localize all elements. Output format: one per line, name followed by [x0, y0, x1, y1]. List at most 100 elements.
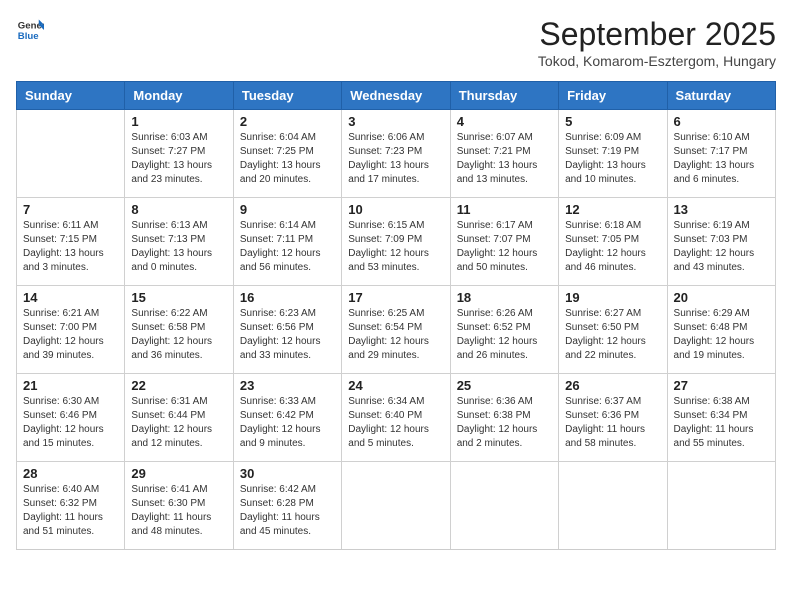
- day-info: Sunrise: 6:34 AM Sunset: 6:40 PM Dayligh…: [348, 395, 443, 451]
- day-info: Sunrise: 6:18 AM Sunset: 7:05 PM Dayligh…: [565, 219, 660, 275]
- day-number: 22: [131, 378, 226, 393]
- day-number: 18: [457, 290, 552, 305]
- day-number: 10: [348, 202, 443, 217]
- calendar-cell: 24Sunrise: 6:34 AM Sunset: 6:40 PM Dayli…: [342, 374, 450, 462]
- calendar-cell: 17 Sunrise: 6:25 AM Sunset: 6:54 PM Dayli…: [342, 286, 450, 374]
- weekday-header-saturday: Saturday: [667, 82, 775, 110]
- week-row-4: 21 Sunrise: 6:30 AM Sunset: 6:46 PM Dayli…: [17, 374, 776, 462]
- calendar-cell: 21 Sunrise: 6:30 AM Sunset: 6:46 PM Dayli…: [17, 374, 125, 462]
- calendar-cell: 8Sunrise: 6:13 AM Sunset: 7:13 PM Daylig…: [125, 198, 233, 286]
- day-info: Sunrise: 6:23 AM Sunset: 6:56 PM Dayligh…: [240, 307, 335, 363]
- calendar-cell: [17, 110, 125, 198]
- day-info: Sunrise: 6:06 AM Sunset: 7:23 PM Dayligh…: [348, 131, 443, 187]
- day-number: 13: [674, 202, 769, 217]
- day-info: Sunrise: 6:30 AM Sunset: 6:46 PM Dayligh…: [23, 395, 118, 451]
- month-title: September 2025: [538, 16, 776, 53]
- day-number: 19: [565, 290, 660, 305]
- day-info: Sunrise: 6:10 AM Sunset: 7:17 PM Dayligh…: [674, 131, 769, 187]
- calendar-cell: 5 Sunrise: 6:09 AM Sunset: 7:19 PM Daylig…: [559, 110, 667, 198]
- calendar-cell: 3 Sunrise: 6:06 AM Sunset: 7:23 PM Daylig…: [342, 110, 450, 198]
- logo-icon: General Blue: [16, 16, 44, 44]
- day-info: Sunrise: 6:36 AM Sunset: 6:38 PM Dayligh…: [457, 395, 552, 451]
- day-number: 2: [240, 114, 335, 129]
- calendar-cell: 7 Sunrise: 6:11 AM Sunset: 7:15 PM Daylig…: [17, 198, 125, 286]
- day-info: Sunrise: 6:42 AM Sunset: 6:28 PM Dayligh…: [240, 483, 335, 539]
- calendar-cell: 29 Sunrise: 6:41 AM Sunset: 6:30 PM Dayli…: [125, 462, 233, 550]
- day-number: 25: [457, 378, 552, 393]
- day-info: Sunrise: 6:22 AM Sunset: 6:58 PM Dayligh…: [131, 307, 226, 363]
- week-row-5: 28 Sunrise: 6:40 AM Sunset: 6:32 PM Dayli…: [17, 462, 776, 550]
- day-info: Sunrise: 6:13 AM Sunset: 7:13 PM Dayligh…: [131, 219, 226, 275]
- calendar-cell: 16 Sunrise: 6:23 AM Sunset: 6:56 PM Dayli…: [233, 286, 341, 374]
- day-number: 27: [674, 378, 769, 393]
- day-number: 4: [457, 114, 552, 129]
- calendar-cell: 28 Sunrise: 6:40 AM Sunset: 6:32 PM Dayli…: [17, 462, 125, 550]
- day-number: 29: [131, 466, 226, 481]
- day-number: 17: [348, 290, 443, 305]
- weekday-header-row: SundayMondayTuesdayWednesdayThursdayFrid…: [17, 82, 776, 110]
- day-info: Sunrise: 6:31 AM Sunset: 6:44 PM Dayligh…: [131, 395, 226, 451]
- weekday-header-friday: Friday: [559, 82, 667, 110]
- day-info: Sunrise: 6:03 AM Sunset: 7:27 PM Dayligh…: [131, 131, 226, 187]
- day-number: 3: [348, 114, 443, 129]
- day-info: Sunrise: 6:38 AM Sunset: 6:34 PM Dayligh…: [674, 395, 769, 451]
- day-info: Sunrise: 6:40 AM Sunset: 6:32 PM Dayligh…: [23, 483, 118, 539]
- calendar-cell: 15 Sunrise: 6:22 AM Sunset: 6:58 PM Dayli…: [125, 286, 233, 374]
- day-number: 21: [23, 378, 118, 393]
- day-number: 30: [240, 466, 335, 481]
- day-number: 11: [457, 202, 552, 217]
- day-number: 7: [23, 202, 118, 217]
- calendar-cell: 13Sunrise: 6:19 AM Sunset: 7:03 PM Dayli…: [667, 198, 775, 286]
- week-row-3: 14Sunrise: 6:21 AM Sunset: 7:00 PM Dayli…: [17, 286, 776, 374]
- day-info: Sunrise: 6:11 AM Sunset: 7:15 PM Dayligh…: [23, 219, 118, 275]
- day-number: 15: [131, 290, 226, 305]
- svg-text:Blue: Blue: [18, 31, 39, 42]
- day-info: Sunrise: 6:14 AM Sunset: 7:11 PM Dayligh…: [240, 219, 335, 275]
- calendar-cell: [559, 462, 667, 550]
- calendar-cell: 20Sunrise: 6:29 AM Sunset: 6:48 PM Dayli…: [667, 286, 775, 374]
- calendar-cell: 27 Sunrise: 6:38 AM Sunset: 6:34 PM Dayli…: [667, 374, 775, 462]
- weekday-header-monday: Monday: [125, 82, 233, 110]
- week-row-2: 7 Sunrise: 6:11 AM Sunset: 7:15 PM Daylig…: [17, 198, 776, 286]
- calendar-cell: 22 Sunrise: 6:31 AM Sunset: 6:44 PM Dayli…: [125, 374, 233, 462]
- day-info: Sunrise: 6:09 AM Sunset: 7:19 PM Dayligh…: [565, 131, 660, 187]
- calendar-cell: 14Sunrise: 6:21 AM Sunset: 7:00 PM Dayli…: [17, 286, 125, 374]
- day-info: Sunrise: 6:27 AM Sunset: 6:50 PM Dayligh…: [565, 307, 660, 363]
- day-number: 12: [565, 202, 660, 217]
- day-info: Sunrise: 6:25 AM Sunset: 6:54 PM Dayligh…: [348, 307, 443, 363]
- day-number: 28: [23, 466, 118, 481]
- day-info: Sunrise: 6:41 AM Sunset: 6:30 PM Dayligh…: [131, 483, 226, 539]
- page-header: General Blue September 2025 Tokod, Komar…: [16, 16, 776, 69]
- day-number: 1: [131, 114, 226, 129]
- calendar-cell: 26Sunrise: 6:37 AM Sunset: 6:36 PM Dayli…: [559, 374, 667, 462]
- day-info: Sunrise: 6:07 AM Sunset: 7:21 PM Dayligh…: [457, 131, 552, 187]
- calendar-cell: 18 Sunrise: 6:26 AM Sunset: 6:52 PM Dayli…: [450, 286, 558, 374]
- day-info: Sunrise: 6:29 AM Sunset: 6:48 PM Dayligh…: [674, 307, 769, 363]
- calendar-cell: 12 Sunrise: 6:18 AM Sunset: 7:05 PM Dayli…: [559, 198, 667, 286]
- calendar-cell: 30 Sunrise: 6:42 AM Sunset: 6:28 PM Dayli…: [233, 462, 341, 550]
- calendar-table: SundayMondayTuesdayWednesdayThursdayFrid…: [16, 81, 776, 550]
- day-number: 16: [240, 290, 335, 305]
- location-subtitle: Tokod, Komarom-Esztergom, Hungary: [538, 53, 776, 69]
- title-block: September 2025 Tokod, Komarom-Esztergom,…: [538, 16, 776, 69]
- calendar-cell: 25 Sunrise: 6:36 AM Sunset: 6:38 PM Dayli…: [450, 374, 558, 462]
- day-info: Sunrise: 6:17 AM Sunset: 7:07 PM Dayligh…: [457, 219, 552, 275]
- calendar-cell: 23 Sunrise: 6:33 AM Sunset: 6:42 PM Dayli…: [233, 374, 341, 462]
- day-info: Sunrise: 6:33 AM Sunset: 6:42 PM Dayligh…: [240, 395, 335, 451]
- day-info: Sunrise: 6:15 AM Sunset: 7:09 PM Dayligh…: [348, 219, 443, 275]
- day-number: 6: [674, 114, 769, 129]
- day-info: Sunrise: 6:26 AM Sunset: 6:52 PM Dayligh…: [457, 307, 552, 363]
- calendar-cell: [342, 462, 450, 550]
- calendar-cell: [450, 462, 558, 550]
- day-number: 23: [240, 378, 335, 393]
- calendar-cell: 11 Sunrise: 6:17 AM Sunset: 7:07 PM Dayli…: [450, 198, 558, 286]
- calendar-cell: 19 Sunrise: 6:27 AM Sunset: 6:50 PM Dayli…: [559, 286, 667, 374]
- weekday-header-wednesday: Wednesday: [342, 82, 450, 110]
- calendar-cell: [667, 462, 775, 550]
- day-info: Sunrise: 6:37 AM Sunset: 6:36 PM Dayligh…: [565, 395, 660, 451]
- day-info: Sunrise: 6:21 AM Sunset: 7:00 PM Dayligh…: [23, 307, 118, 363]
- calendar-cell: 10 Sunrise: 6:15 AM Sunset: 7:09 PM Dayli…: [342, 198, 450, 286]
- logo: General Blue: [16, 16, 44, 44]
- day-info: Sunrise: 6:04 AM Sunset: 7:25 PM Dayligh…: [240, 131, 335, 187]
- day-number: 5: [565, 114, 660, 129]
